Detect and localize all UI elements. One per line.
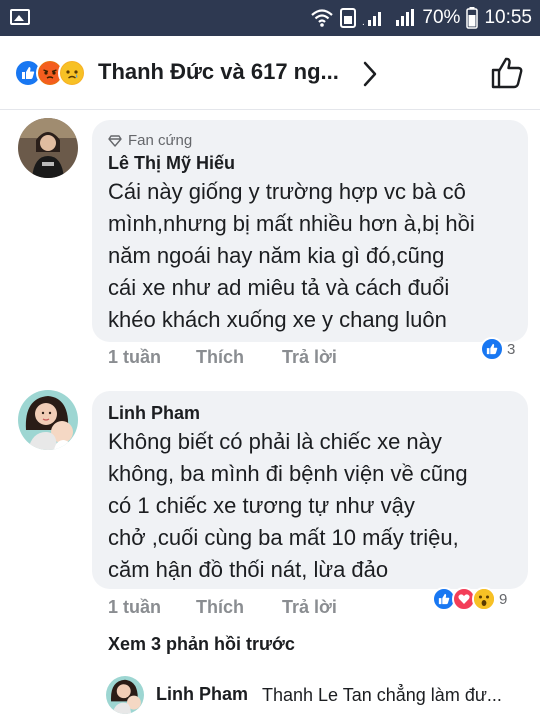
sim-icon: [340, 8, 357, 28]
comment-line: chở ,cuối cùng ba mất 10 mấy triệu,: [108, 525, 459, 550]
reply-text: chẳng làm đư...: [371, 685, 502, 705]
sad-icon: [58, 59, 86, 87]
comment-text: Cái này giống y trường hợp vc bà cô mình…: [108, 176, 475, 336]
view-previous-replies[interactable]: Xem 3 phản hồi trước: [108, 634, 295, 655]
comment-text: Không biết có phải là chiếc xe này không…: [108, 426, 468, 586]
reaction-count[interactable]: 3: [480, 337, 515, 361]
avatar[interactable]: [18, 118, 78, 178]
comment-time: 1 tuần: [108, 347, 162, 367]
comment-line: năm ngoái hay năm kia gì đó,cũng: [108, 243, 445, 268]
comment-actions: 1 tuần Thích Trả lời: [108, 597, 337, 618]
status-bar: . 70% 10:55: [0, 0, 540, 36]
comment-line: Không biết có phải là chiếc xe này: [108, 429, 442, 454]
reactions-header: Thanh Đức và 617 ng...: [0, 36, 540, 110]
reactors-summary[interactable]: Thanh Đức và 617 ng...: [98, 59, 339, 85]
comment-line: mình,nhưng bị mất nhiều hơn à,bị hồi: [108, 211, 475, 236]
image-icon: [10, 9, 30, 25]
comment-author[interactable]: Linh Pham: [108, 403, 200, 424]
battery-percent: 70%: [422, 7, 461, 28]
like-button[interactable]: Thích: [196, 597, 282, 618]
comment-line: cái xe như ad miêu tả và cách đuổi: [108, 275, 450, 300]
avatar[interactable]: [18, 390, 78, 450]
comment-line: có 1 chiếc xe tương tự như vậy: [108, 493, 415, 518]
signal-icon: .: [362, 12, 382, 28]
avatar[interactable]: [106, 676, 144, 714]
badge-label: Fan cứng: [128, 132, 193, 149]
reply-snippet[interactable]: Thanh Le Tan chẳng làm đư...: [262, 685, 502, 706]
reaction-total: 3: [507, 340, 516, 358]
comment-time: 1 tuần: [108, 597, 162, 617]
like-button-icon[interactable]: [490, 56, 524, 90]
reply-button[interactable]: Trả lời: [282, 347, 337, 368]
reaction-summary[interactable]: [14, 59, 94, 87]
wow-icon: [472, 587, 496, 611]
comment-line: căm hận đồ thối nát, lừa đảo: [108, 557, 389, 582]
comment-author[interactable]: Lê Thị Mỹ Hiếu: [108, 153, 235, 174]
fan-badge: Fan cứng: [108, 132, 192, 149]
reply-button[interactable]: Trả lời: [282, 597, 337, 618]
reply-mention[interactable]: Thanh Le Tan: [262, 685, 372, 705]
comment-line: không, ba mình đi bệnh viện về cũng: [108, 461, 468, 486]
diamond-icon: [108, 134, 122, 147]
signal-icon: [396, 9, 415, 26]
reaction-count[interactable]: 9: [432, 587, 507, 611]
clock: 10:55: [484, 7, 532, 28]
svg-text:.: .: [362, 17, 365, 28]
wifi-icon: [311, 9, 334, 27]
comment-line: Cái này giống y trường hợp vc bà cô: [108, 179, 466, 204]
like-icon: [480, 337, 504, 361]
comment-line: khéo khách xuống xe y chang luôn: [108, 307, 447, 332]
like-button[interactable]: Thích: [196, 347, 282, 368]
comment-actions: 1 tuần Thích Trả lời: [108, 347, 337, 368]
reply-author[interactable]: Linh Pham: [156, 684, 248, 705]
battery-icon: [466, 7, 479, 29]
chevron-right-icon[interactable]: [362, 60, 378, 88]
reaction-total: 9: [499, 590, 508, 608]
status-right: . 70% 10:55: [310, 0, 532, 36]
